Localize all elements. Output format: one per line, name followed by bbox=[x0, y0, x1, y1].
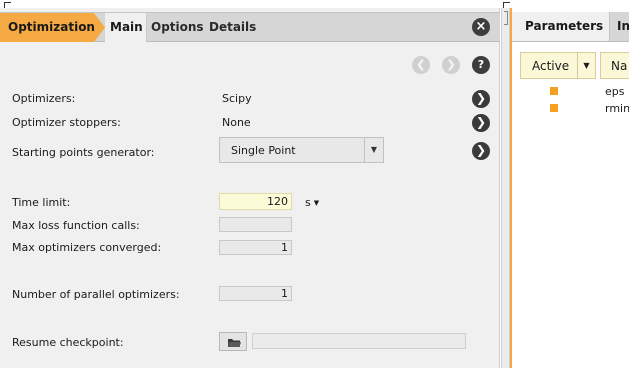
generator-label: Starting points generator: bbox=[12, 146, 155, 159]
folder-button[interactable] bbox=[219, 332, 247, 351]
resume-path-input[interactable] bbox=[252, 333, 466, 349]
param-status-icon bbox=[550, 87, 558, 95]
stoppers-label: Optimizer stoppers: bbox=[12, 116, 121, 129]
folder-icon bbox=[228, 339, 241, 347]
forward-icon[interactable]: ❯ bbox=[442, 56, 460, 74]
tab-details[interactable]: Details bbox=[209, 20, 256, 34]
chevron-down-icon: ▼ bbox=[313, 199, 320, 207]
tab-options[interactable]: Options bbox=[151, 20, 204, 34]
generator-value: Single Point bbox=[231, 144, 296, 157]
chevron-down-icon: ▼ bbox=[577, 53, 595, 78]
active-filter-value: Active bbox=[532, 59, 570, 73]
tab-parameters[interactable]: Parameters bbox=[512, 12, 610, 41]
max-loss-calls-input[interactable] bbox=[219, 217, 292, 232]
close-icon[interactable]: × bbox=[472, 18, 490, 36]
tab-next[interactable]: In bbox=[617, 19, 629, 33]
splitter-handle[interactable] bbox=[504, 11, 508, 25]
tab-main-label: Main bbox=[110, 20, 143, 34]
param-name: eps bbox=[605, 85, 625, 98]
max-converged-input[interactable]: 1 bbox=[219, 240, 292, 255]
tab-main[interactable]: Main bbox=[105, 13, 147, 42]
time-limit-label: Time limit: bbox=[12, 196, 71, 209]
time-unit-label: s bbox=[305, 196, 311, 209]
max-loss-calls-label: Max loss function calls: bbox=[12, 219, 140, 232]
parallel-label: Number of parallel optimizers: bbox=[12, 288, 180, 301]
param-status-icon bbox=[550, 104, 558, 112]
chevron-down-icon: ▼ bbox=[364, 138, 383, 162]
breadcrumb-label: Optimization bbox=[8, 20, 95, 34]
back-icon[interactable]: ❮ bbox=[412, 56, 430, 74]
generator-go-icon[interactable]: ❯ bbox=[472, 142, 490, 160]
optimizers-value: Scipy bbox=[222, 92, 252, 105]
optimizers-go-icon[interactable]: ❯ bbox=[472, 90, 490, 108]
generator-select[interactable]: Single Point ▼ bbox=[219, 137, 384, 163]
time-unit-select[interactable]: s ▼ bbox=[305, 196, 319, 209]
help-icon[interactable]: ? bbox=[472, 56, 490, 74]
parameters-panel: Parameters In Active ▼ Na eps rmin bbox=[510, 8, 629, 368]
stoppers-value: None bbox=[222, 116, 251, 129]
name-filter-value: Na bbox=[611, 59, 628, 73]
param-name: rmin bbox=[605, 102, 629, 115]
max-converged-label: Max optimizers converged: bbox=[12, 241, 162, 254]
active-filter-select[interactable]: Active ▼ bbox=[520, 52, 596, 79]
breadcrumb-optimization[interactable]: Optimization bbox=[0, 13, 105, 42]
panel-splitter[interactable] bbox=[501, 8, 510, 368]
stoppers-go-icon[interactable]: ❯ bbox=[472, 114, 490, 132]
tab-parameters-label: Parameters bbox=[525, 19, 604, 33]
optimizers-label: Optimizers: bbox=[12, 92, 76, 105]
name-filter-select[interactable]: Na bbox=[600, 52, 629, 79]
right-tab-bar: Parameters In bbox=[512, 12, 629, 42]
parallel-input[interactable]: 1 bbox=[219, 286, 292, 301]
tab-bar: Optimization Main Options Details × bbox=[0, 12, 500, 42]
optimization-panel: Optimization Main Options Details × ❮ ❯ … bbox=[0, 8, 500, 368]
resume-label: Resume checkpoint: bbox=[12, 336, 124, 349]
time-limit-input[interactable]: 120 bbox=[219, 193, 292, 210]
